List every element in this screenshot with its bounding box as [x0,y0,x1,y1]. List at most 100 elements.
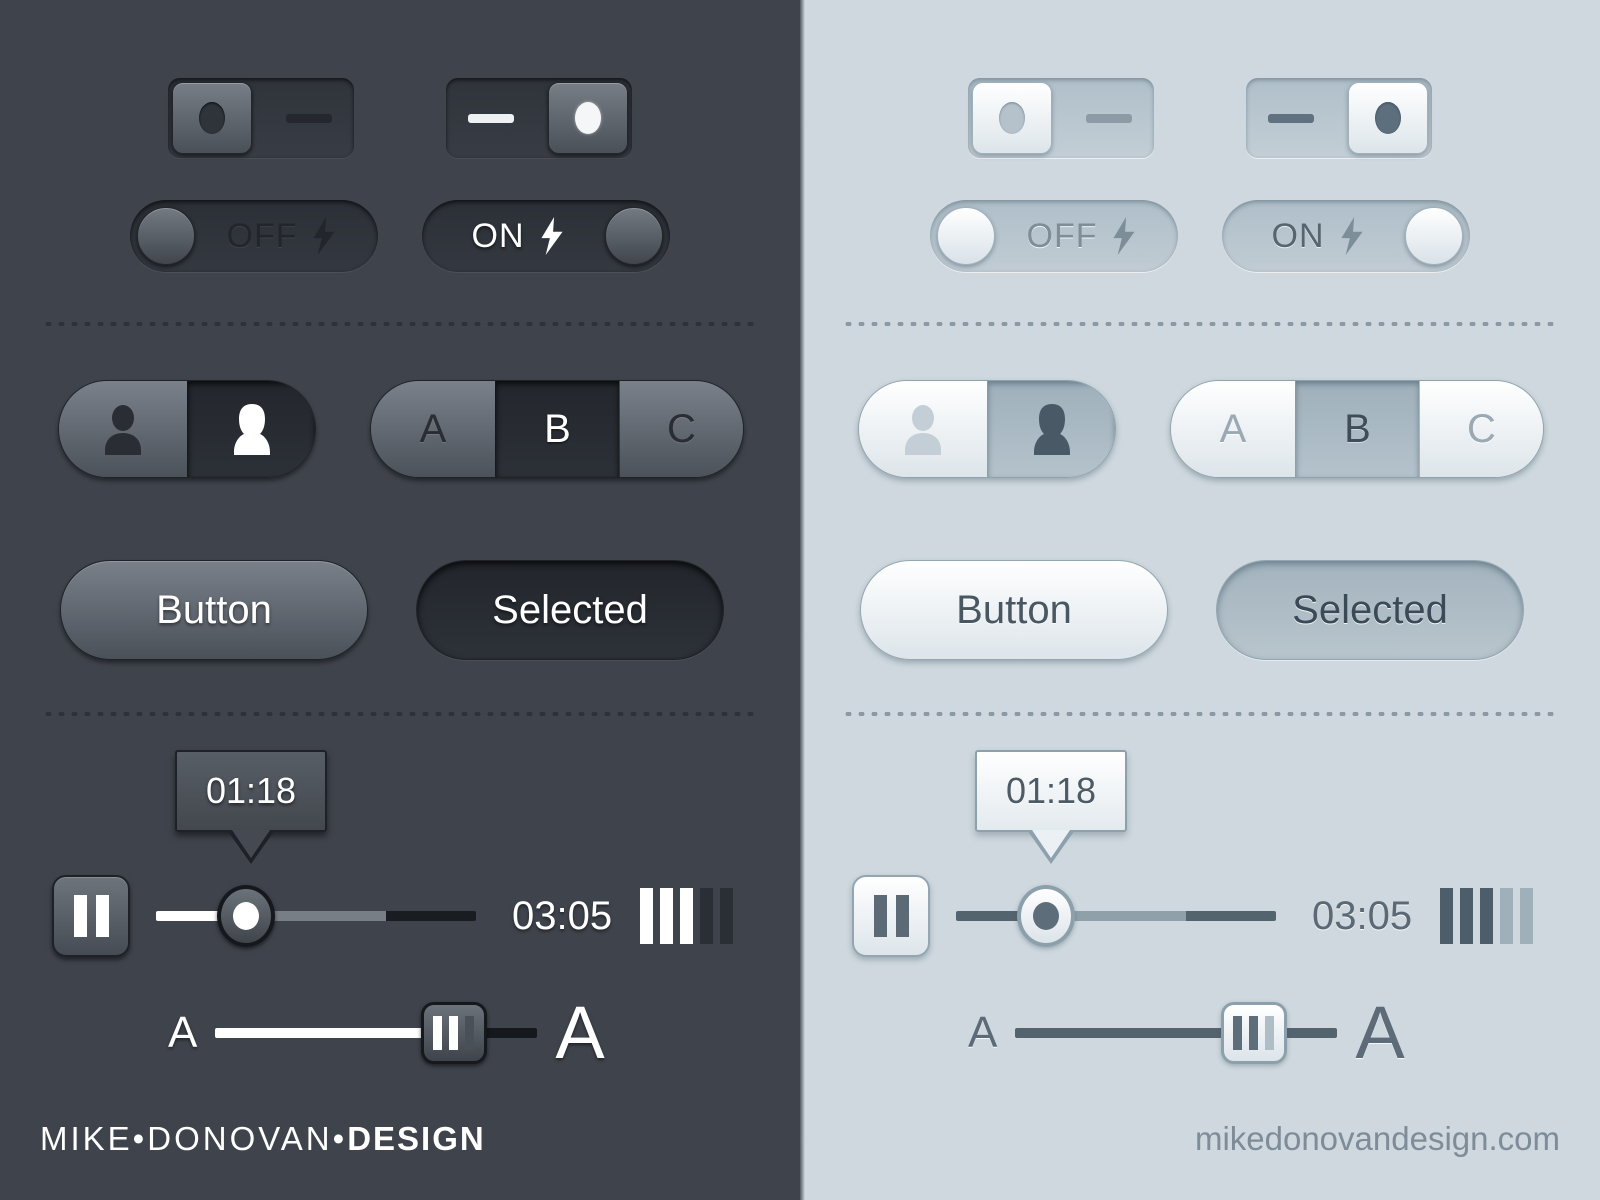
segment-label: B [544,406,571,451]
dark-theme-panel: OFF ON A B C Button Selected 01:18 03:05… [0,0,800,1200]
segment-person-male[interactable] [59,381,187,477]
controls-section: A B C Button Selected [800,380,1600,680]
button-default-dark[interactable]: Button [60,560,368,660]
switch-knob[interactable] [1348,82,1428,154]
pill-toggle-off-light[interactable]: OFF [930,200,1178,272]
scrubber-light[interactable] [956,875,1276,957]
segment-b[interactable]: B [495,381,619,477]
scrubber-track[interactable] [156,911,476,921]
button-selected-dark[interactable]: Selected [416,560,724,660]
switches-section: OFF ON [0,60,800,310]
grip-lines-icon [465,1015,475,1050]
pill-toggle-on-light[interactable]: ON [1222,200,1470,272]
square-switch-off-light[interactable] [968,78,1154,158]
volume-meter-light[interactable] [1440,888,1534,944]
square-switch-row [0,78,800,158]
square-switch-off-dark[interactable] [168,78,354,158]
text-size-fill [1015,1027,1254,1038]
toggle-knob[interactable] [937,207,995,265]
pill-toggle-on-dark[interactable]: ON [422,200,670,272]
scrubber-dark[interactable] [156,875,476,957]
toggle-knob[interactable] [605,207,663,265]
scrubber-remaining [1186,911,1276,921]
segment-b[interactable]: B [1295,381,1419,477]
toggle-knob[interactable] [1405,207,1463,265]
segment-c[interactable]: C [619,381,743,477]
player-section: 01:18 03:05 A A [0,750,800,1074]
grip-lines-icon [1249,1015,1259,1050]
segment-label: B [1344,406,1371,451]
volume-bar [1500,888,1514,944]
toggle-knob[interactable] [137,207,195,265]
text-size-large-label: A [1355,991,1405,1074]
scrubber-handle[interactable] [216,885,275,947]
person-male-icon [905,405,941,455]
volume-bar [1460,888,1474,944]
circle-icon [999,102,1025,134]
scrubber-tooltip-wrap: 01:18 [975,750,1127,864]
segment-person-female[interactable] [987,381,1115,477]
playback-controls-row: 03:05 [0,875,800,957]
pill-toggle-row: OFF ON [0,200,800,272]
tooltip-arrow [227,830,275,864]
segment-person-female[interactable] [187,381,315,477]
scrubber-tooltip: 01:18 [175,750,327,832]
section-divider [42,322,754,326]
button-selected-light[interactable]: Selected [1216,560,1524,660]
text-size-handle[interactable] [1220,1001,1287,1064]
circle-icon [575,102,601,134]
segmented-control-letters: A B C [1170,380,1544,478]
text-size-track[interactable] [1015,1001,1338,1064]
text-size-large-label: A [555,991,605,1074]
segment-c[interactable]: C [1419,381,1543,477]
website-url-footer: mikedonovandesign.com [1194,1120,1560,1157]
text-size-small-label: A [968,1007,998,1057]
grip-lines-icon [449,1015,459,1050]
volume-bar [1520,888,1534,944]
circle-icon [1375,102,1401,134]
switch-knob[interactable] [172,82,252,154]
segmented-control-row: A B C [800,380,1600,478]
text-size-handle[interactable] [420,1001,487,1064]
pill-label-off: OFF [1026,216,1098,255]
text-size-slider-light: A A [800,990,1600,1075]
segment-label: C [1467,406,1496,451]
pill-toggle-off-dark[interactable]: OFF [130,200,378,272]
pill-label-on: ON [1271,216,1325,255]
text-size-line [215,1027,538,1038]
square-switch-on-light[interactable] [1246,78,1432,158]
lightning-bolt-icon [313,217,336,255]
volume-bar [720,888,734,944]
segment-label: C [667,406,696,451]
segment-label: A [419,406,447,451]
pause-button-dark[interactable] [52,875,130,957]
total-time-dark: 03:05 [512,893,613,938]
tooltip-time: 01:18 [1005,770,1097,811]
square-switch-on-dark[interactable] [446,78,632,158]
section-divider [42,712,754,716]
lightning-bolt-icon [540,217,563,255]
pill-label-off: OFF [226,216,298,255]
section-divider [842,712,1554,716]
segment-a[interactable]: A [371,381,495,477]
segment-person-male[interactable] [859,381,987,477]
handle-core-icon [1032,902,1059,930]
switch-knob[interactable] [548,82,628,154]
segment-a[interactable]: A [1171,381,1295,477]
scrubber-track[interactable] [956,911,1276,921]
switch-knob[interactable] [972,82,1052,154]
pause-button-light[interactable] [852,875,930,957]
light-theme-panel: OFF ON A B C Button Selected 01:18 03:05… [800,0,1600,1200]
volume-meter-dark[interactable] [640,888,734,944]
text-size-track[interactable] [215,1001,538,1064]
button-default-light[interactable]: Button [860,560,1168,660]
segmented-control-people [858,380,1116,478]
scrubber-handle[interactable] [1016,885,1075,947]
playback-controls-row: 03:05 [800,875,1600,957]
button-row: Button Selected [800,560,1600,660]
section-divider [842,322,1554,326]
square-switch-row [800,78,1600,158]
segmented-control-row: A B C [0,380,800,478]
volume-bar [680,888,694,944]
scrubber-remaining [386,911,476,921]
